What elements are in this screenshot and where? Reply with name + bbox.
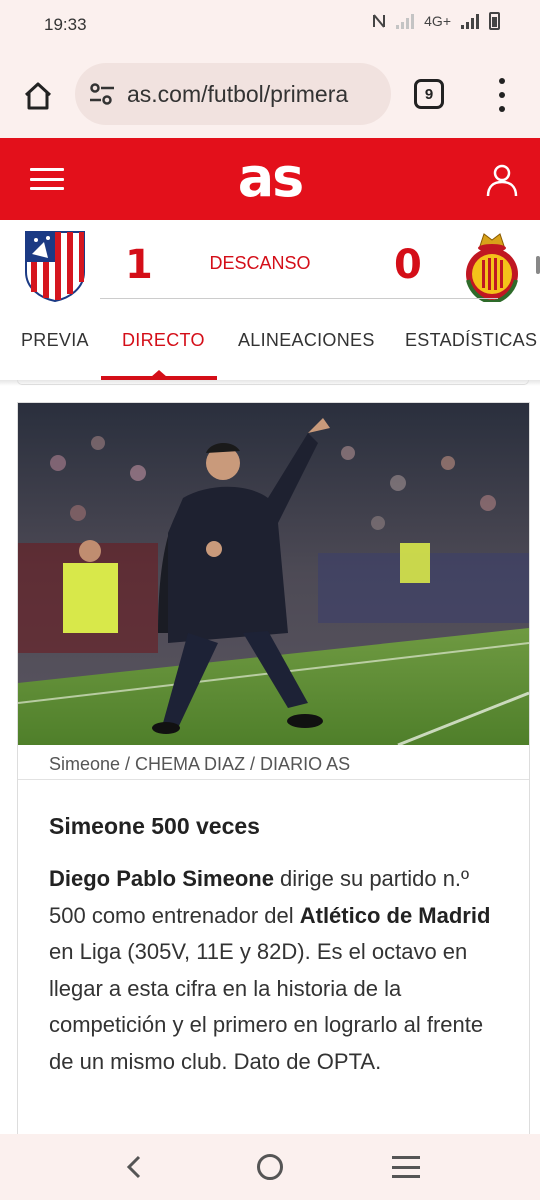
side-handle[interactable] <box>536 256 540 274</box>
body-bold-name[interactable]: Diego Pablo Simeone <box>49 866 274 891</box>
match-status: DESCANSO <box>209 253 311 273</box>
mallorca-crest-icon <box>466 233 518 302</box>
signal-icon <box>461 13 479 29</box>
entry-body: Diego Pablo Simeone dirige su partido n.… <box>49 861 509 1080</box>
article-photo[interactable] <box>18 403 529 745</box>
scoreboard-divider <box>100 298 498 299</box>
image-caption: Simeone / CHEMA DIAZ / DIARIO AS <box>49 754 351 774</box>
caption-divider <box>18 779 529 780</box>
home-button[interactable] <box>18 76 58 116</box>
previous-card-edge <box>17 380 529 385</box>
atletico-madrid-crest-icon <box>25 231 85 302</box>
site-header: as <box>0 138 540 220</box>
url-text: as.com/futbol/primera <box>127 80 349 107</box>
away-score: 0 <box>394 242 422 288</box>
tab-alineaciones[interactable]: ALINEACIONES <box>238 330 375 351</box>
body-bold-club[interactable]: Atlético de Madrid <box>300 903 491 928</box>
network-type: 4G+ <box>424 13 451 29</box>
tab-directo[interactable]: DIRECTO <box>122 330 205 351</box>
recent-apps-icon[interactable] <box>392 1156 420 1178</box>
browser-toolbar: as.com/futbol/primera 9 <box>0 52 540 138</box>
signal-weak-icon <box>396 13 415 29</box>
site-settings-icon[interactable] <box>87 79 117 109</box>
more-vert-icon[interactable] <box>490 78 514 112</box>
status-icons: 4G+ <box>372 12 500 30</box>
tab-estadisticas[interactable]: ESTADÍSTICAS <box>405 330 537 351</box>
home-icon <box>24 82 52 110</box>
site-logo[interactable]: as <box>0 146 540 210</box>
home-circle-icon[interactable] <box>257 1154 283 1180</box>
back-icon[interactable] <box>122 1154 148 1180</box>
home-score: 1 <box>125 242 153 288</box>
entry-headline: Simeone 500 veces <box>49 813 260 839</box>
user-icon[interactable] <box>484 162 520 198</box>
tab-previa[interactable]: PREVIA <box>21 330 89 351</box>
nfc-icon <box>373 14 386 28</box>
status-time: 19:33 <box>44 15 87 34</box>
address-bar[interactable]: as.com/futbol/primera <box>75 63 391 125</box>
system-nav-bar <box>0 1134 540 1200</box>
status-bar: 19:33 4G+ <box>0 0 540 52</box>
battery-icon <box>489 12 500 30</box>
body-text-segment: en Liga (305V, 11E y 82D). Es el octavo … <box>49 939 484 1074</box>
match-tabs: PREVIA DIRECTO ALINEACIONES ESTADÍSTICAS <box>0 302 540 380</box>
tab-count: 9 <box>424 85 434 103</box>
live-entry-card: Simeone / CHEMA DIAZ / DIARIO AS Simeone… <box>17 402 530 1162</box>
scoreboard[interactable]: 1 DESCANSO 0 <box>0 220 540 302</box>
tabs-button[interactable]: 9 <box>414 79 444 109</box>
